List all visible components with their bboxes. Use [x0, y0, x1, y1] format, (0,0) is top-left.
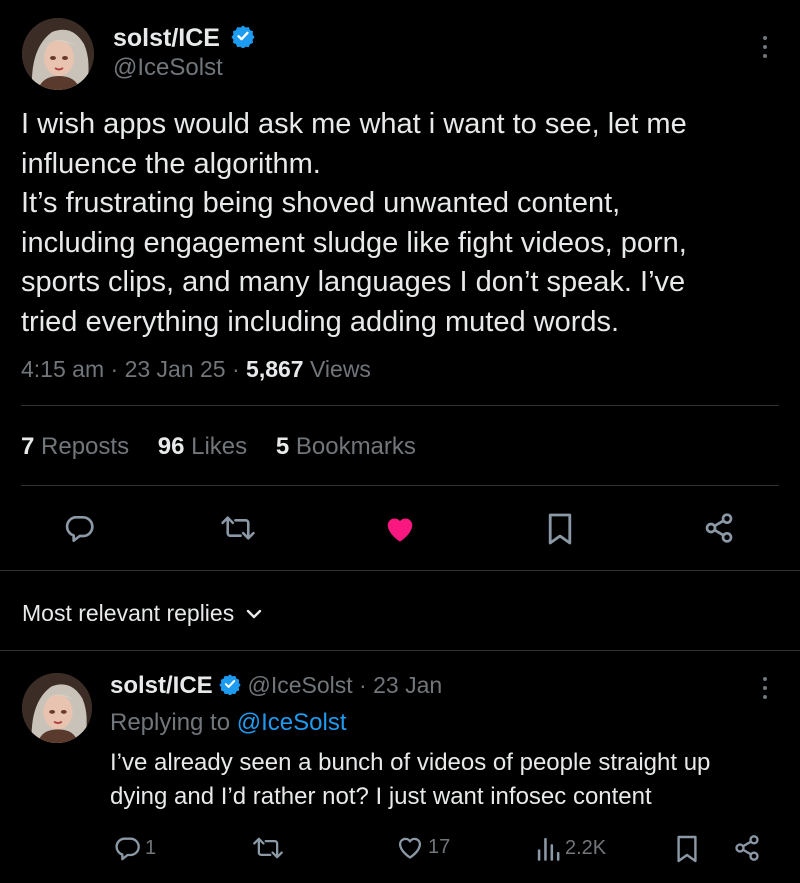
author-avatar[interactable]	[22, 18, 94, 90]
divider	[0, 650, 800, 651]
reply-views-count: 2.2K	[565, 836, 607, 859]
post-text-line: including engagement sludge like fight v…	[21, 226, 687, 259]
likes-count: 96	[157, 433, 185, 460]
reply-repost-button[interactable]	[252, 834, 284, 862]
author-name[interactable]: solst/ICE	[113, 24, 220, 52]
likes-label: Likes	[191, 433, 248, 460]
bookmarks-label: Bookmarks	[295, 433, 416, 460]
reply-author-name[interactable]: solst/ICE	[110, 672, 213, 699]
heart-filled-icon[interactable]	[383, 513, 417, 543]
reply-text: I’ve already seen a bunch of videos of p…	[110, 746, 710, 814]
reply-reply-count: 1	[145, 836, 157, 859]
replies-sort-dropdown[interactable]: Most relevant replies	[22, 600, 262, 627]
post-text-line: It’s frustrating being shoved unwanted c…	[21, 187, 621, 219]
share-icon[interactable]	[703, 512, 735, 544]
heart-icon	[398, 837, 422, 859]
bookmarks-stat[interactable]: 5 Bookmarks	[276, 433, 416, 460]
meta-separator: ·	[231, 356, 240, 382]
reply-date[interactable]: 23 Jan	[373, 672, 442, 698]
replying-to-handle[interactable]: @IceSolst	[237, 709, 347, 736]
more-options-icon[interactable]	[762, 36, 768, 58]
meta-separator: ·	[359, 672, 367, 698]
engagement-stats: 7 Reposts 96 Likes 5 Bookmarks	[21, 433, 438, 461]
repost-icon	[253, 837, 283, 859]
repost-icon[interactable]	[220, 512, 256, 544]
bookmarks-count: 5	[275, 433, 290, 460]
reposts-count: 7	[21, 433, 35, 460]
post-meta: 4:15 am · 23 Jan 25 · 5,867 Views	[21, 356, 371, 383]
reply-text-line: dying and I’d rather not? I just want in…	[110, 783, 652, 810]
avatar-image	[22, 18, 94, 90]
post-time[interactable]: 4:15 am	[21, 356, 104, 382]
verified-badge-icon	[219, 673, 241, 701]
post-text-line: I wish apps would ask me what i want to …	[21, 108, 687, 140]
author-handle[interactable]: @IceSolst	[113, 54, 223, 82]
divider	[0, 570, 800, 571]
reply-views-button[interactable]: 2.2K	[535, 834, 606, 862]
post-text: I wish apps would ask me what i want to …	[21, 105, 687, 342]
chevron-down-icon	[247, 609, 262, 618]
views-label: Views	[310, 356, 371, 382]
meta-separator: ·	[110, 356, 119, 382]
bookmark-icon	[677, 835, 697, 863]
bookmark-icon[interactable]	[546, 512, 574, 546]
reply-bookmark-button[interactable]	[675, 834, 699, 864]
reposts-label: Reposts	[41, 433, 130, 460]
post-text-line: sports clips, and many languages I don’t…	[21, 266, 686, 298]
reply-author-avatar[interactable]	[22, 673, 92, 743]
reply-icon	[115, 837, 140, 861]
replying-to: Replying to @IceSolst	[110, 709, 346, 737]
post-text-line: influence the algorithm.	[21, 147, 321, 180]
reply-share-button[interactable]	[733, 834, 761, 862]
reply-like-button[interactable]: 17	[396, 834, 450, 860]
reply-reply-button[interactable]: 1	[113, 834, 156, 862]
divider	[21, 405, 779, 406]
reply-author-handle[interactable]: @IceSolst	[247, 672, 352, 698]
likes-stat[interactable]: 96 Likes	[158, 433, 247, 460]
replying-to-label: Replying to	[110, 709, 231, 736]
replies-sort-label: Most relevant replies	[22, 600, 235, 626]
reposts-stat[interactable]: 7 Reposts	[21, 433, 129, 460]
views-count: 5,867	[246, 356, 304, 382]
divider	[21, 485, 779, 486]
post-date[interactable]: 23 Jan 25	[125, 356, 226, 382]
reply-icon[interactable]	[63, 512, 95, 544]
reply-more-options-icon[interactable]	[762, 677, 768, 699]
avatar-image	[22, 673, 92, 743]
post-text-line: tried everything including adding muted …	[21, 305, 620, 338]
share-icon	[735, 835, 759, 861]
verified-badge-icon	[231, 24, 255, 55]
views-icon	[537, 837, 560, 861]
reply-like-count: 17	[428, 835, 451, 858]
reply-header: solst/ICE @IceSolst · 23 Jan	[110, 672, 442, 701]
reply-text-line: I’ve already seen a bunch of videos of p…	[110, 749, 711, 776]
